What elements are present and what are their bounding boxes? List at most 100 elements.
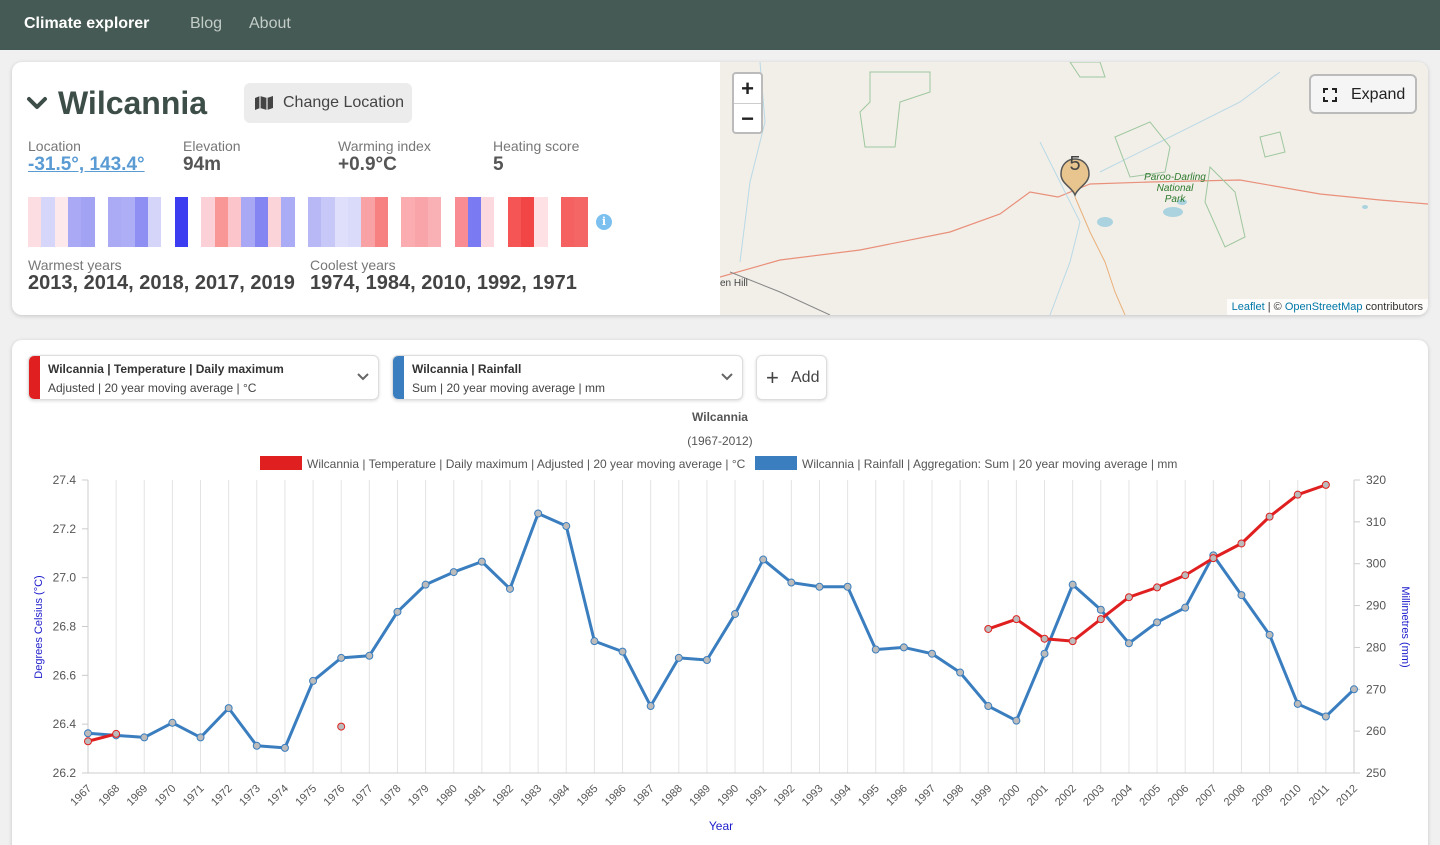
- x-axis-label: Year: [709, 819, 733, 833]
- x-tick-label: 1967: [68, 783, 94, 809]
- warming-stripe: [507, 197, 522, 247]
- nav-link-about[interactable]: About: [249, 15, 291, 33]
- zoom-out-button[interactable]: −: [734, 103, 761, 132]
- location-card: Wilcannia Change Location Location -31.5…: [12, 62, 1428, 315]
- data-point-rainfall: [1124, 639, 1133, 648]
- brand-link[interactable]: Climate explorer: [24, 15, 149, 33]
- warming-stripe: [307, 197, 322, 247]
- chart-card: Wilcannia | Temperature | Daily maximum …: [12, 340, 1428, 845]
- y-tick-label-right: 280: [1366, 640, 1386, 654]
- x-tick-label: 1980: [434, 783, 460, 809]
- location-coordinates-link[interactable]: -31.5°, 143.4°: [28, 154, 145, 176]
- x-tick-label: 1985: [575, 783, 601, 809]
- osm-link[interactable]: OpenStreetMap: [1285, 301, 1363, 313]
- data-point-rainfall: [168, 718, 177, 727]
- data-point-rainfall: [871, 645, 880, 654]
- navbar: Climate explorer Blog About: [0, 0, 1440, 50]
- data-point-temperature: [1321, 480, 1330, 489]
- x-tick-label: 1996: [884, 783, 910, 809]
- zoom-in-button[interactable]: +: [734, 74, 761, 103]
- map-marker-label: 5: [1069, 153, 1080, 175]
- expand-map-button[interactable]: Expand: [1309, 74, 1417, 114]
- data-point-rainfall: [477, 557, 486, 566]
- stat-value-warming-index: +0.9°C: [338, 154, 397, 175]
- y-tick-label-right: 250: [1366, 766, 1386, 780]
- warming-stripe: [254, 197, 268, 247]
- data-point-rainfall: [140, 733, 149, 742]
- warming-stripe: [81, 197, 95, 247]
- warming-stripe: [201, 197, 215, 247]
- warming-stripe: [441, 197, 455, 247]
- stat-label-warming-index: Warming index: [338, 138, 431, 154]
- legend-label-rainfall: Wilcannia | Rainfall | Aggregation: Sum …: [802, 457, 1177, 471]
- chart-subtitle: (1967-2012): [687, 434, 752, 448]
- y-tick-label-right: 300: [1366, 557, 1386, 571]
- info-icon[interactable]: i: [596, 214, 612, 230]
- data-point-rainfall: [618, 647, 627, 656]
- data-point-rainfall: [196, 733, 205, 742]
- x-tick-label: 1978: [378, 783, 404, 809]
- climate-line-chart: Wilcannia (1967-2012) Wilcannia | Temper…: [33, 410, 1411, 833]
- data-point-rainfall: [1153, 618, 1162, 627]
- warming-stripe: [494, 197, 508, 247]
- data-point-rainfall: [506, 584, 514, 593]
- data-point-rainfall: [1181, 603, 1190, 612]
- data-point-rainfall: [1012, 716, 1021, 725]
- stat-label-heating-score: Heating score: [493, 138, 580, 154]
- data-point-rainfall: [590, 637, 599, 646]
- data-point-rainfall: [646, 702, 655, 711]
- x-tick-label: 1972: [209, 783, 235, 809]
- x-tick-label: 1970: [153, 783, 179, 809]
- data-point-temperature: [337, 722, 346, 731]
- x-tick-label: 1982: [490, 783, 516, 809]
- x-tick-label: 1973: [237, 783, 263, 809]
- data-point-rainfall: [1096, 605, 1105, 614]
- park-label-line3: Park: [1165, 194, 1187, 205]
- warming-stripes: [28, 197, 588, 247]
- leaflet-link[interactable]: Leaflet: [1232, 301, 1265, 313]
- data-point-rainfall: [365, 651, 374, 660]
- warming-stripe: [334, 197, 348, 247]
- data-point-rainfall: [421, 580, 430, 589]
- data-point-rainfall: [1040, 649, 1049, 658]
- x-tick-label: 2004: [1109, 783, 1135, 809]
- warming-stripe: [28, 197, 42, 247]
- stat-value-heating-score: 5: [493, 154, 504, 175]
- expand-label: Expand: [1351, 86, 1406, 103]
- data-point-temperature: [1181, 571, 1190, 580]
- x-tick-label: 1991: [744, 783, 770, 809]
- x-tick-label: 1977: [350, 783, 376, 809]
- attribution-separator: | ©: [1264, 301, 1285, 313]
- data-point-rainfall: [252, 741, 261, 750]
- nav-link-blog[interactable]: Blog: [190, 15, 222, 33]
- y-tick-label-left: 27.2: [53, 522, 77, 536]
- warming-stripe: [227, 197, 242, 247]
- map-place-label: en Hill: [720, 278, 748, 289]
- x-tick-label: 2012: [1334, 783, 1360, 809]
- change-location-button[interactable]: Change Location: [244, 83, 412, 123]
- warming-stripe: [347, 197, 362, 247]
- data-point-rainfall: [1237, 591, 1246, 600]
- warming-stripe: [427, 197, 442, 247]
- warming-stripe: [41, 197, 55, 247]
- legend-swatch-rainfall: [755, 456, 797, 470]
- warming-stripe: [574, 197, 588, 247]
- x-tick-label: 1993: [800, 783, 826, 809]
- x-tick-label: 2009: [1250, 783, 1276, 809]
- x-tick-label: 1998: [940, 783, 966, 809]
- warming-stripe: [214, 197, 228, 247]
- collapse-chevron-icon[interactable]: [26, 92, 48, 114]
- data-point-temperature: [1209, 554, 1218, 563]
- data-point-rainfall: [393, 607, 402, 616]
- data-point-rainfall: [843, 582, 852, 591]
- y-tick-label-right: 290: [1366, 599, 1386, 613]
- y-tick-label-left: 26.6: [53, 668, 77, 682]
- data-point-rainfall: [84, 729, 92, 738]
- x-tick-label: 1995: [856, 783, 882, 809]
- warming-stripe: [321, 197, 335, 247]
- x-tick-label: 1979: [406, 783, 432, 809]
- data-point-rainfall: [787, 578, 796, 587]
- warming-stripe: [107, 197, 122, 247]
- data-point-temperature: [1096, 615, 1105, 624]
- location-map[interactable]: 5 Paroo-Darling National Park en Hill + …: [720, 62, 1428, 315]
